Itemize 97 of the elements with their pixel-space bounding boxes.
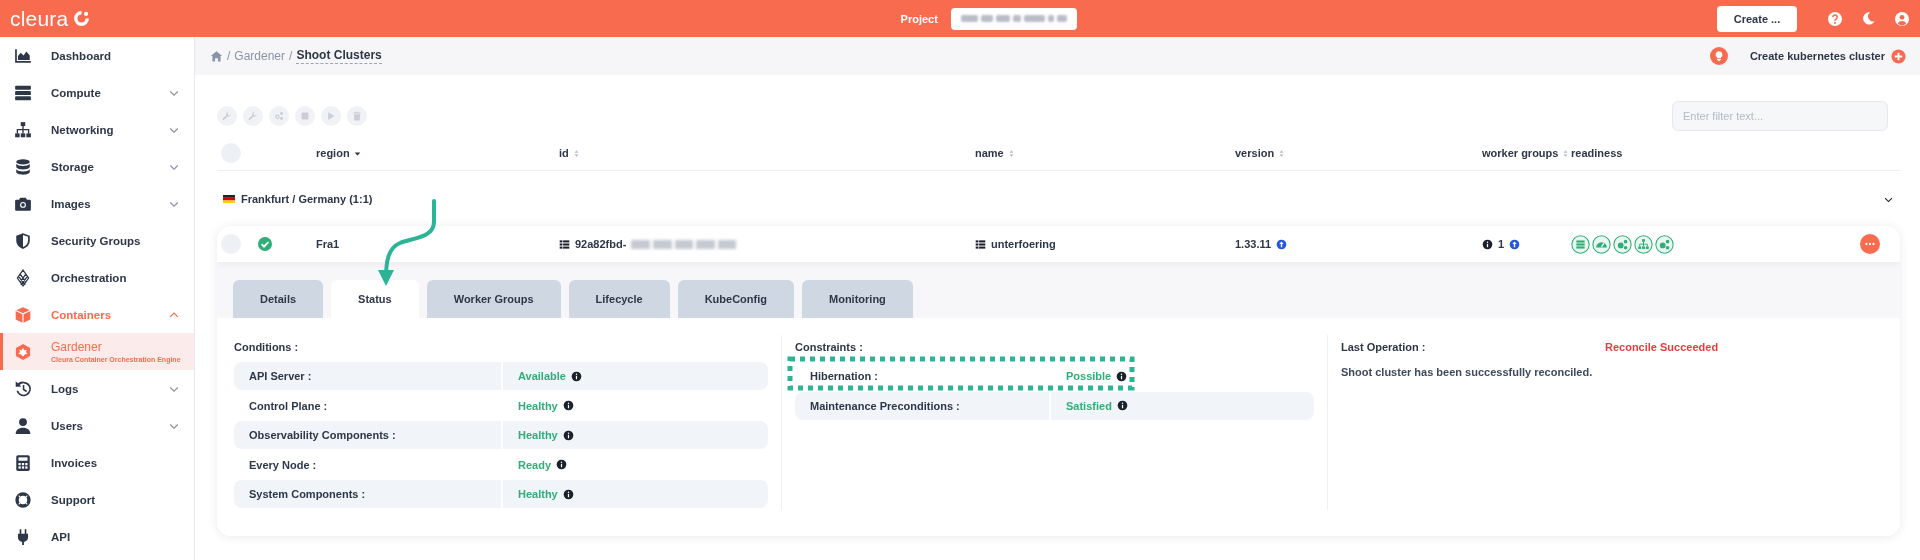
status-value: Healthy: [518, 488, 558, 500]
sidebar-item[interactable]: Dashboard: [0, 37, 194, 74]
user-icon[interactable]: [1894, 10, 1910, 27]
tab[interactable]: Details: [233, 280, 324, 318]
column-header[interactable]: readiness: [1571, 147, 1860, 159]
status-value: Healthy: [518, 399, 558, 412]
gears-icon: [274, 111, 284, 121]
cluster-name: unterfoering: [991, 238, 1056, 250]
lifebuoy-icon: [14, 490, 32, 509]
sidebar-item[interactable]: Orchestration: [0, 259, 194, 296]
table-icon: [975, 238, 986, 250]
shield-icon: [14, 231, 32, 250]
info-icon[interactable]: [556, 459, 568, 470]
status-value: Possible: [1066, 370, 1112, 382]
create-button[interactable]: Create ...: [1717, 5, 1797, 32]
sitemap-icon: [14, 120, 32, 139]
tab[interactable]: KubeConfig: [677, 280, 794, 318]
info-icon[interactable]: [1482, 238, 1493, 250]
breadcrumb-separator: /: [289, 49, 293, 63]
info-icon[interactable]: [562, 429, 574, 441]
column-header[interactable]: id: [559, 147, 975, 159]
wrench-icon: [248, 111, 258, 121]
help-icon[interactable]: [1827, 10, 1843, 27]
chart-icon: [14, 46, 32, 65]
tips-button[interactable]: [1709, 47, 1728, 65]
cube-icon: [14, 305, 32, 324]
trash-icon: [352, 111, 362, 121]
lattice-icon: [14, 268, 32, 287]
upgrade-icon[interactable]: [1276, 238, 1288, 250]
operation-message: Shoot cluster has been successfully reconciled.: [1341, 366, 1594, 378]
hexagon-icon: [14, 342, 32, 361]
logo-icon: [73, 10, 91, 27]
breadcrumb-current: Shoot Clusters: [296, 48, 382, 64]
region-text: Fra1: [316, 238, 340, 250]
moon-icon[interactable]: [1861, 11, 1876, 26]
status-label: Last Operation :: [1341, 341, 1427, 353]
sidebar-item[interactable]: Networking: [0, 111, 194, 148]
status-value: Available: [518, 370, 566, 382]
status-label: Control Plane :: [249, 399, 328, 412]
worker-count: 1: [1498, 238, 1505, 250]
sidebar-item[interactable]: Logs: [0, 370, 194, 407]
table-icon: [559, 238, 570, 250]
group-label: Frankfurt / Germany (1:1): [241, 193, 374, 205]
sidebar-item[interactable]: Invoices: [0, 444, 194, 481]
database-icon: [14, 157, 32, 176]
sidebar-item[interactable]: Storage: [0, 148, 194, 185]
info-icon[interactable]: [1116, 370, 1128, 382]
play-icon: [326, 111, 336, 121]
sidebar-item[interactable]: Users: [0, 407, 194, 444]
column-header[interactable]: name: [975, 147, 1235, 159]
info-icon[interactable]: [562, 400, 574, 411]
create-cluster-button[interactable]: Create kubernetes cluster: [1749, 48, 1906, 64]
server-icon: [14, 83, 32, 102]
column-header[interactable]: version: [1235, 147, 1482, 159]
upgrade-icon[interactable]: [1509, 238, 1521, 250]
filter-field[interactable]: Enter filter text...: [1672, 101, 1888, 131]
sidebar-item[interactable]: Security Groups: [0, 222, 194, 259]
plus-icon: [1891, 48, 1906, 64]
logo-text: cleura: [10, 6, 69, 31]
column-header[interactable]: worker groups: [1482, 147, 1571, 159]
sidebar-item[interactable]: Images: [0, 185, 194, 222]
sidebar-item[interactable]: Compute: [0, 74, 194, 111]
sidebar-item[interactable]: Support: [0, 481, 194, 518]
wrench-icon: [222, 111, 232, 121]
stop-icon: [300, 111, 310, 121]
info-icon[interactable]: [1116, 400, 1128, 411]
status-label: Observability Components :: [249, 429, 396, 441]
status-value: Healthy: [518, 429, 558, 441]
project-label: Project: [900, 12, 938, 25]
cluster-id: 92a82fbd-: [575, 238, 627, 250]
history-icon: [14, 379, 32, 398]
status-value: Ready: [518, 458, 552, 471]
sidebar-item[interactable]: API: [0, 518, 194, 555]
status-label: API Server :: [249, 370, 312, 382]
home-icon[interactable]: [210, 49, 223, 63]
version-text: 1.33.11: [1235, 238, 1272, 250]
section-title: Conditions :: [234, 340, 300, 355]
tab[interactable]: Lifecycle: [568, 280, 670, 318]
section-title: Constraints :: [795, 340, 864, 355]
status-value: Satisfied: [1066, 399, 1112, 412]
tab[interactable]: Monitoring: [802, 280, 913, 318]
status-label: Maintenance Preconditions :: [810, 399, 960, 412]
tab[interactable]: Worker Groups: [426, 280, 561, 318]
status-label: Hibernation :: [810, 370, 878, 382]
column-header[interactable]: region: [316, 147, 559, 159]
project-select[interactable]: [950, 7, 1077, 30]
more-button[interactable]: [1860, 234, 1880, 254]
tab[interactable]: Status: [331, 280, 419, 318]
operation-status: Reconcile Succeeded: [1605, 341, 1720, 353]
breadcrumb-separator: /: [227, 49, 231, 63]
status-label: Every Node :: [249, 458, 317, 471]
flag-icon: [223, 194, 235, 204]
user-icon: [14, 416, 32, 435]
status-label: System Components :: [249, 488, 366, 500]
info-icon[interactable]: [562, 488, 574, 500]
info-icon[interactable]: [570, 370, 582, 382]
calculator-icon: [14, 453, 32, 472]
